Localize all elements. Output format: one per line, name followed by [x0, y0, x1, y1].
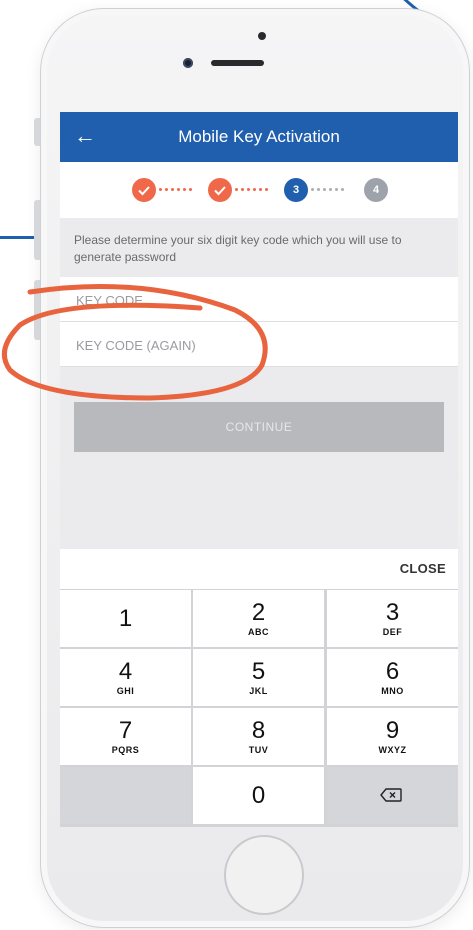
- volume-up-button: [34, 200, 40, 260]
- step-indicator: 3 4: [60, 162, 458, 218]
- front-camera: [183, 58, 193, 68]
- page-title: Mobile Key Activation: [178, 127, 340, 146]
- key-9[interactable]: 9 WXYZ: [327, 708, 458, 765]
- proximity-sensor: [258, 32, 266, 40]
- key-8[interactable]: 8 TUV: [193, 708, 324, 765]
- app-bar: ← Mobile Key Activation: [60, 112, 458, 162]
- key-4[interactable]: 4 GHI: [60, 649, 191, 706]
- phone-screen: ← Mobile Key Activation 3 4 Please deter…: [60, 112, 458, 827]
- key-code-again-field: [60, 322, 458, 367]
- step-connector: [235, 188, 271, 192]
- step-3: 3: [284, 178, 308, 202]
- earpiece-speaker: [211, 60, 264, 66]
- step-connector: [159, 188, 195, 192]
- step-4: 4: [364, 178, 388, 202]
- step-1-check-icon: [132, 178, 156, 202]
- key-6[interactable]: 6 MNO: [327, 649, 458, 706]
- numeric-keypad: 1 2 ABC 3 DEF 4 GHI 5 JKL 6 MNO 7 PQRS 8 TUV 9W…: [60, 589, 458, 827]
- key-1[interactable]: 1: [60, 590, 191, 647]
- key-code-again-input[interactable]: [74, 330, 438, 360]
- keypad-toolbar: CLOSE: [60, 549, 458, 589]
- key-7[interactable]: 7 PQRS: [60, 708, 191, 765]
- continue-button[interactable]: CONTINUE: [74, 402, 444, 452]
- close-keypad-button[interactable]: CLOSE: [400, 561, 446, 576]
- key-3[interactable]: 3 DEF: [327, 590, 458, 647]
- mute-switch: [34, 118, 40, 146]
- instruction-text: Please determine your six digit key code…: [60, 218, 458, 277]
- key-code-input[interactable]: [74, 285, 438, 315]
- delete-key[interactable]: [327, 767, 458, 824]
- volume-down-button: [34, 280, 40, 340]
- backspace-icon: [380, 788, 402, 802]
- step-2-check-icon: [208, 178, 232, 202]
- key-0[interactable]: 0: [193, 767, 324, 824]
- key-blank: [60, 767, 191, 824]
- home-button[interactable]: [224, 835, 304, 915]
- key-2[interactable]: 2 ABC: [193, 590, 324, 647]
- key-5[interactable]: 5 JKL: [193, 649, 324, 706]
- step-connector: [311, 188, 347, 192]
- key-code-field: [60, 277, 458, 322]
